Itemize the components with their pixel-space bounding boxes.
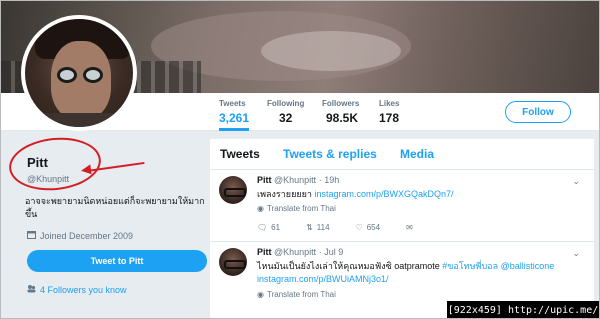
stat-tweets[interactable]: Tweets 3,261	[219, 99, 250, 131]
followers-you-know[interactable]: 4 Followers you know	[27, 284, 127, 295]
tab-tweets[interactable]: Tweets	[220, 147, 260, 161]
profile-avatar[interactable]	[21, 15, 137, 131]
stat-followers[interactable]: Followers 98.5K	[322, 99, 359, 125]
profile-bio: อาจจะพยายามนิดหน่อยแต่ก็จะพยายามให้มากขึ…	[25, 196, 205, 219]
stat-followers-label: Followers	[322, 99, 360, 108]
translate-text: Translate from Thai	[266, 204, 336, 213]
stat-following-label: Following	[267, 99, 305, 108]
tweet-author-name[interactable]: Pitt	[257, 175, 272, 185]
tweet-header: Pitt @Khunpitt · 19h	[257, 175, 339, 185]
profile-joined-text: Joined December 2009	[40, 230, 134, 241]
heart-icon: ♡	[355, 223, 363, 232]
stat-tweets-label: Tweets	[219, 99, 246, 108]
stat-following[interactable]: Following 32	[267, 99, 304, 125]
reply-action[interactable]: 🗨 61	[257, 223, 280, 232]
people-icon	[27, 284, 36, 295]
tweet-avatar[interactable]	[219, 248, 247, 276]
chevron-down-icon[interactable]: ⌄	[572, 176, 580, 187]
tab-media[interactable]: Media	[400, 147, 434, 161]
reply-icon: 🗨	[257, 223, 268, 232]
tweet-body: เพลงรายยยยา	[257, 189, 315, 199]
tweet-actions: 🗨 61 ⇅ 114 ♡ 654 ✉	[257, 223, 413, 232]
stat-likes-label: Likes	[379, 99, 400, 108]
envelope-icon: ✉	[406, 223, 413, 232]
translate-link[interactable]: ◉ Translate from Thai	[257, 204, 336, 213]
globe-icon: ◉	[257, 204, 264, 213]
tab-tweets-replies[interactable]: Tweets & replies	[283, 147, 377, 161]
profile-joined: Joined December 2009	[27, 230, 133, 241]
followers-you-know-text: 4 Followers you know	[40, 284, 127, 295]
timeline: Tweets Tweets & replies Media Pitt @Khun…	[210, 139, 594, 318]
tweet-mention[interactable]: @ballisticone	[498, 261, 555, 271]
retweet-action[interactable]: ⇅ 114	[306, 223, 329, 232]
calendar-icon	[27, 230, 36, 241]
follow-button[interactable]: Follow	[505, 101, 571, 123]
reply-count: 61	[271, 223, 281, 232]
watermark: [922x459] http://upic.me/	[447, 301, 599, 318]
stat-tweets-value: 3,261	[219, 111, 250, 125]
tweet-timestamp[interactable]: · 19h	[319, 175, 340, 185]
tweet-author-handle[interactable]: @Khunpitt	[274, 247, 316, 257]
stat-following-value: 32	[279, 111, 293, 125]
timeline-tabs: Tweets Tweets & replies Media	[210, 139, 594, 170]
tweet-avatar[interactable]	[219, 176, 247, 204]
tweet-link[interactable]: instagram.com/p/BWXGQakDQn7/	[314, 189, 453, 199]
tweet-header: Pitt @Khunpitt · Jul 9	[257, 247, 343, 257]
annotation-arrow-head	[80, 164, 92, 176]
tweet-link[interactable]: instagram.com/p/BWUiAMNj3o1/	[257, 274, 389, 284]
tweet-author-handle[interactable]: @Khunpitt	[274, 175, 316, 185]
translate-link[interactable]: ◉ Translate from Thai	[257, 290, 336, 299]
tweet-body: ไหนมันเป็นยังไงเล่าให้คุณหมอฟังซิ oatpra…	[257, 261, 443, 271]
translate-text: Translate from Thai	[266, 290, 336, 299]
tweet-text: ไหนมันเป็นยังไงเล่าให้คุณหมอฟังซิ oatpra…	[257, 260, 577, 286]
like-count: 654	[366, 223, 381, 232]
retweet-count: 114	[316, 223, 330, 232]
globe-icon: ◉	[257, 290, 264, 299]
tweet-item[interactable]: Pitt @Khunpitt · 19h ⌄ เพลงรายยยยา insta…	[210, 170, 594, 242]
tweet-to-button[interactable]: Tweet to Pitt	[27, 250, 207, 272]
profile-page: Tweets 3,261 Following 32 Followers 98.5…	[0, 0, 600, 319]
like-action[interactable]: ♡ 654	[356, 223, 381, 232]
stat-followers-value: 98.5K	[326, 111, 359, 125]
tweet-timestamp[interactable]: · Jul 9	[319, 247, 344, 257]
stat-likes[interactable]: Likes 178	[379, 99, 399, 125]
retweet-icon: ⇅	[306, 223, 313, 232]
message-action[interactable]: ✉	[406, 223, 413, 232]
tweet-author-name[interactable]: Pitt	[257, 247, 272, 257]
tweet-hashtag[interactable]: #ขอโทษพี่บอล	[442, 261, 498, 271]
chevron-down-icon[interactable]: ⌄	[572, 248, 580, 259]
stat-likes-value: 178	[379, 111, 400, 125]
tweet-text: เพลงรายยยยา instagram.com/p/BWXGQakDQn7/	[257, 188, 577, 201]
